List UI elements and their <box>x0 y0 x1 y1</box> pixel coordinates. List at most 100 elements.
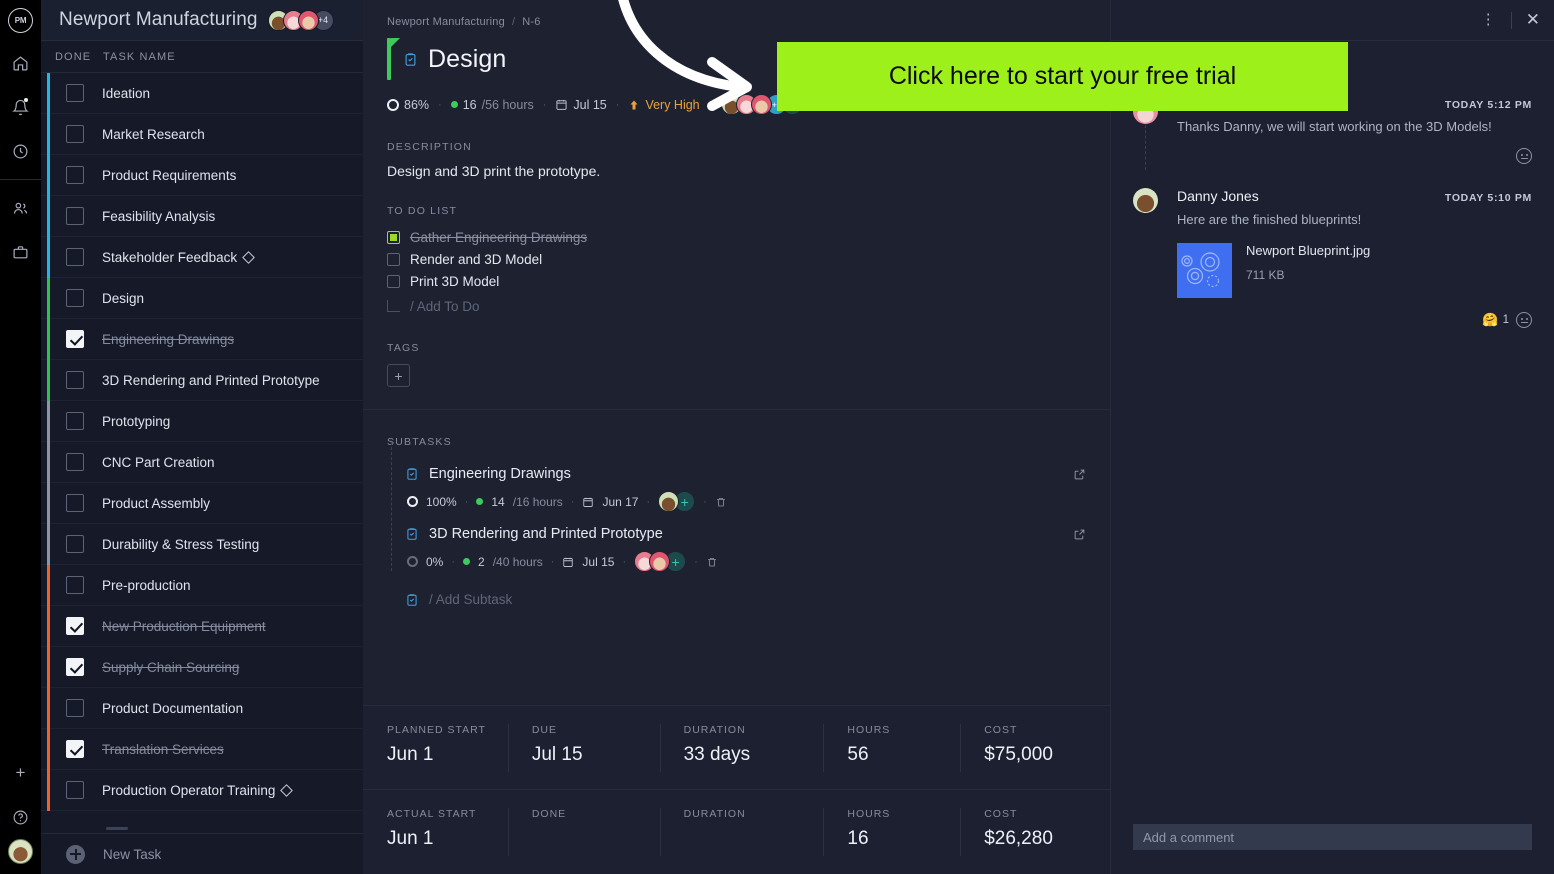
todo-item[interactable]: Gather Engineering Drawings <box>387 226 1086 248</box>
add-subtask-row[interactable]: / Add Subtask <box>405 572 1086 607</box>
delete-subtask-icon[interactable] <box>706 556 718 568</box>
task-done-checkbox[interactable] <box>66 535 84 553</box>
task-name-label: Durability & Stress Testing <box>102 536 260 552</box>
task-done-checkbox[interactable] <box>66 699 84 717</box>
task-done-checkbox[interactable] <box>66 84 84 102</box>
table-row[interactable]: Product Documentation <box>41 688 363 729</box>
add-tag-button[interactable]: + <box>387 364 410 387</box>
meta-separator: · <box>438 98 442 111</box>
table-row[interactable]: Product Assembly <box>41 483 363 524</box>
add-task-icon[interactable] <box>66 844 85 864</box>
bell-icon[interactable] <box>0 85 41 129</box>
add-reaction-icon[interactable] <box>1516 148 1532 164</box>
table-row[interactable]: Product Requirements <box>41 155 363 196</box>
comment-reactions[interactable]: 🤗 1 <box>1177 298 1532 328</box>
task-done-checkbox[interactable] <box>66 494 84 512</box>
more-options-icon[interactable]: ⋮ <box>1481 12 1497 27</box>
priority-indicator[interactable]: Very High <box>628 98 700 112</box>
table-row[interactable]: Production Operator Training <box>41 770 363 811</box>
open-subtask-icon[interactable] <box>1073 528 1086 541</box>
table-row[interactable]: New Production Equipment <box>41 606 363 647</box>
table-row[interactable]: Translation Services <box>41 729 363 770</box>
description-text[interactable]: Design and 3D print the prototype. <box>387 153 1086 179</box>
task-name-label: Feasibility Analysis <box>102 208 216 224</box>
avatar[interactable] <box>649 551 671 572</box>
task-done-checkbox[interactable] <box>66 617 84 635</box>
task-done-checkbox[interactable] <box>66 330 84 348</box>
due-date-indicator[interactable]: Jul 15 <box>555 98 607 112</box>
avatar[interactable] <box>1133 188 1158 213</box>
task-done-checkbox[interactable] <box>66 248 84 266</box>
comment-input[interactable]: Add a comment <box>1133 824 1532 850</box>
user-avatar[interactable] <box>8 839 33 864</box>
project-members[interactable]: +4 <box>267 9 334 31</box>
table-row[interactable]: Pre-production <box>41 565 363 606</box>
add-todo-row[interactable]: / Add To Do <box>387 292 1086 316</box>
close-icon[interactable]: ✕ <box>1526 10 1540 30</box>
task-done-checkbox[interactable] <box>66 371 84 389</box>
calendar-icon <box>562 556 574 568</box>
task-done-checkbox[interactable] <box>66 740 84 758</box>
todo-checkbox[interactable] <box>387 274 400 288</box>
table-row[interactable]: Supply Chain Sourcing <box>41 647 363 688</box>
table-row[interactable]: Durability & Stress Testing <box>41 524 363 565</box>
task-done-checkbox[interactable] <box>66 781 84 799</box>
clock-icon[interactable] <box>0 129 41 173</box>
table-row[interactable]: Ideation <box>41 73 363 114</box>
todo-checkbox[interactable] <box>387 230 400 244</box>
free-trial-cta-banner[interactable]: Click here to start your free trial <box>777 42 1348 111</box>
people-icon[interactable] <box>0 186 41 230</box>
task-done-checkbox[interactable] <box>66 207 84 225</box>
add-reaction-icon[interactable] <box>1516 312 1532 328</box>
briefcase-icon[interactable] <box>0 230 41 274</box>
progress-indicator[interactable]: 86% <box>387 98 429 112</box>
table-row[interactable]: CNC Part Creation <box>41 442 363 483</box>
add-icon[interactable]: + <box>0 751 41 795</box>
hours-indicator[interactable]: 16 /56 hours <box>450 98 534 112</box>
todo-checkbox[interactable] <box>387 252 400 266</box>
todo-item[interactable]: Render and 3D Model <box>387 248 1086 270</box>
comment-timestamp: TODAY 5:12 PM <box>1444 99 1532 111</box>
table-row[interactable]: Stakeholder Feedback <box>41 237 363 278</box>
home-icon[interactable] <box>0 41 41 85</box>
actual-stats-row: ACTUAL START Jun 1 DONE DURATION HOURS 16 COST… <box>363 790 1110 874</box>
table-row[interactable]: Engineering Drawings <box>41 319 363 360</box>
comment-attachment[interactable]: Newport Blueprint.jpg 711 KB <box>1177 227 1532 298</box>
todo-item[interactable]: Print 3D Model <box>387 270 1086 292</box>
task-done-checkbox[interactable] <box>66 289 84 307</box>
delete-subtask-icon[interactable] <box>715 496 727 508</box>
table-row[interactable]: Feasibility Analysis <box>41 196 363 237</box>
stat-cell: COST $75,000 <box>960 723 1110 772</box>
new-task-row[interactable]: New Task <box>41 833 363 874</box>
table-row[interactable]: 3D Rendering and Printed Prototype <box>41 360 363 401</box>
table-row[interactable]: Prototyping <box>41 401 363 442</box>
subtask-assignees[interactable]: + <box>658 491 696 512</box>
task-done-checkbox[interactable] <box>66 453 84 471</box>
subtask-assignees[interactable]: + <box>634 551 687 572</box>
avatar[interactable] <box>658 491 680 512</box>
subtask-header[interactable]: Engineering Drawings <box>405 452 1086 482</box>
reaction-hug[interactable]: 🤗 1 <box>1482 312 1509 328</box>
breadcrumb-task-id[interactable]: N-6 <box>522 16 540 28</box>
app-logo[interactable]: PM <box>0 0 41 41</box>
help-icon[interactable] <box>0 795 41 839</box>
attachment-size: 711 KB <box>1246 268 1285 282</box>
task-done-checkbox[interactable] <box>66 658 84 676</box>
table-row[interactable]: Design <box>41 278 363 319</box>
open-subtask-icon[interactable] <box>1073 468 1086 481</box>
task-name-label: New Production Equipment <box>102 618 266 634</box>
table-row[interactable]: Market Research <box>41 114 363 155</box>
breadcrumb-project[interactable]: Newport Manufacturing <box>387 16 505 28</box>
meta-separator: · <box>542 98 547 111</box>
subtask-header[interactable]: 3D Rendering and Printed Prototype <box>405 512 1086 542</box>
attachment-name[interactable]: Newport Blueprint.jpg <box>1246 243 1370 258</box>
row-phase-bar <box>47 483 50 524</box>
task-done-checkbox[interactable] <box>66 576 84 594</box>
task-done-checkbox[interactable] <box>66 166 84 184</box>
task-done-checkbox[interactable] <box>66 125 84 143</box>
task-done-checkbox[interactable] <box>66 412 84 430</box>
attachment-thumbnail[interactable] <box>1177 243 1232 298</box>
comment-reactions[interactable] <box>1177 134 1532 164</box>
stat-cell: HOURS 56 <box>823 723 960 772</box>
avatar[interactable] <box>297 9 319 31</box>
